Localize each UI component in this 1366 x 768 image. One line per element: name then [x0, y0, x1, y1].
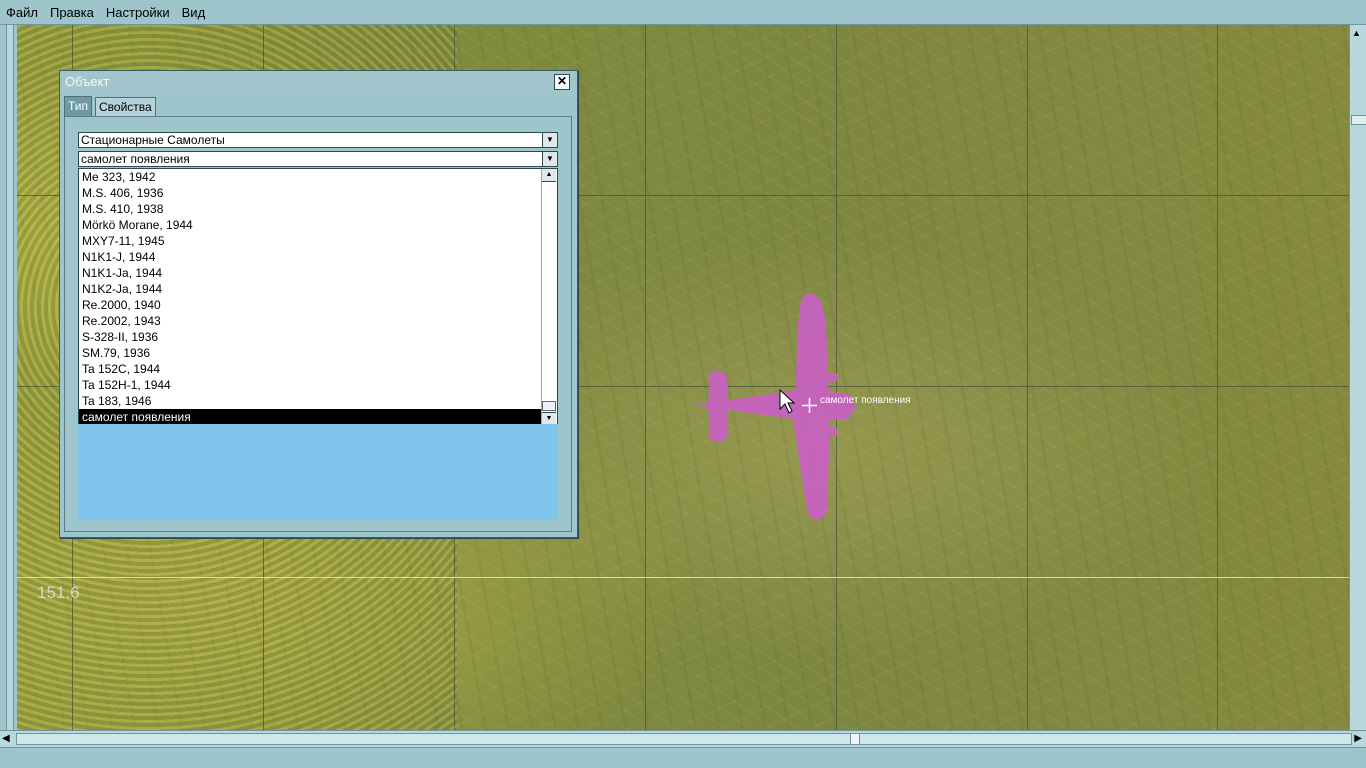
list-item[interactable]: N1K1-Ja, 1944: [79, 265, 542, 281]
tab-type[interactable]: Тип: [64, 96, 93, 117]
grid-line: [1027, 25, 1028, 730]
tab-panel: Стационарные Самолеты ▼ самолет появлени…: [64, 116, 572, 532]
list-item[interactable]: SM.79, 1936: [79, 345, 542, 361]
scroll-up-icon[interactable]: ▲: [1352, 29, 1361, 38]
dialog-title: Объект: [65, 74, 110, 89]
object-value: самолет появления: [81, 152, 190, 166]
object-list[interactable]: Me 323, 1942 M.S. 406, 1936 M.S. 410, 19…: [78, 168, 558, 426]
object-dialog: Объект ✕ Тип Свойства Стационарные Самол…: [59, 70, 578, 538]
list-item[interactable]: N1K2-Ja, 1944: [79, 281, 542, 297]
category-value: Стационарные Самолеты: [81, 133, 225, 147]
chevron-down-icon[interactable]: ▼: [542, 133, 557, 147]
list-item[interactable]: M.S. 406, 1936: [79, 185, 542, 201]
dialog-titlebar[interactable]: Объект ✕: [62, 73, 573, 90]
list-item[interactable]: M.S. 410, 1938: [79, 201, 542, 217]
grid-line: [1217, 25, 1218, 730]
list-item[interactable]: Re.2002, 1943: [79, 313, 542, 329]
scroll-track[interactable]: [16, 733, 1352, 745]
list-item[interactable]: MXY7-11, 1945: [79, 233, 542, 249]
menu-file[interactable]: Файл: [0, 5, 44, 20]
list-item[interactable]: Ta 152C, 1944: [79, 361, 542, 377]
list-item[interactable]: Ta 183, 1946: [79, 393, 542, 409]
menu-settings[interactable]: Настройки: [100, 5, 176, 20]
map-scale-label: 151.6: [37, 583, 80, 602]
mouse-cursor-icon: [779, 389, 795, 414]
list-item[interactable]: S-328-II, 1936: [79, 329, 542, 345]
object-dropdown[interactable]: самолет появления ▼: [78, 151, 558, 167]
scroll-right-icon[interactable]: ▶: [1354, 733, 1362, 744]
list-item[interactable]: N1K1-J, 1944: [79, 249, 542, 265]
left-frame: [0, 25, 17, 730]
menu-edit[interactable]: Правка: [44, 5, 100, 20]
horizontal-scrollbar[interactable]: ◀ ▶: [0, 730, 1366, 748]
tab-properties[interactable]: Свойства: [95, 97, 156, 116]
grid-line-major: [17, 577, 1349, 578]
grid-line: [645, 25, 646, 730]
scroll-thumb[interactable]: [542, 401, 556, 411]
status-bar: [0, 748, 1366, 768]
list-item[interactable]: Re.2000, 1940: [79, 297, 542, 313]
vertical-scrollbar[interactable]: ▲: [1349, 25, 1366, 730]
menu-view[interactable]: Вид: [176, 5, 212, 20]
scroll-left-icon[interactable]: ◀: [2, 733, 10, 744]
scroll-thumb[interactable]: [850, 733, 860, 745]
crosshair-icon: [802, 398, 817, 413]
list-scrollbar[interactable]: ▲ ▼: [541, 169, 557, 425]
menu-bar: Файл Правка Настройки Вид: [0, 0, 1366, 25]
plane-label: самолет появления: [820, 395, 911, 406]
scroll-thumb[interactable]: [1351, 115, 1366, 125]
list-item[interactable]: Mörkö Morane, 1944: [79, 217, 542, 233]
list-item[interactable]: Ta 152H-1, 1944: [79, 377, 542, 393]
object-preview: [78, 424, 558, 520]
chevron-down-icon[interactable]: ▼: [542, 152, 557, 166]
list-item[interactable]: Me 323, 1942: [79, 169, 542, 185]
scroll-up-icon[interactable]: ▲: [542, 169, 556, 182]
close-button[interactable]: ✕: [554, 74, 570, 90]
list-item-selected[interactable]: самолет появления: [79, 409, 542, 425]
category-dropdown[interactable]: Стационарные Самолеты ▼: [78, 132, 558, 148]
